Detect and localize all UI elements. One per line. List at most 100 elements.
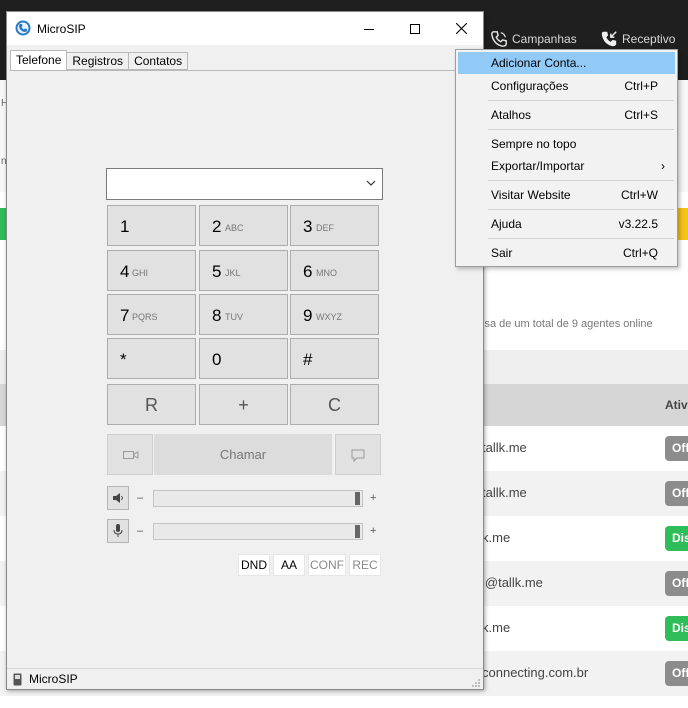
menu-item-label: Configurações	[491, 79, 569, 93]
resize-grip-icon[interactable]	[471, 678, 481, 688]
nav-receptivo[interactable]: Receptivo	[600, 30, 675, 48]
redial-button[interactable]: R	[107, 384, 196, 425]
key-4[interactable]: 4 GHI	[107, 250, 196, 291]
speaker-mute-button[interactable]	[107, 486, 129, 510]
conference-toggle[interactable]: CONF	[308, 554, 346, 576]
close-icon	[455, 23, 467, 34]
key-2[interactable]: 2 ABC	[199, 205, 288, 246]
close-button[interactable]	[438, 12, 484, 45]
mic-volume-minus: –	[137, 525, 144, 537]
key-letters: JKL	[225, 268, 241, 278]
key-star[interactable]: *	[107, 338, 196, 379]
microsip-window: MicroSIP Telefone Registros Contatos 1 2…	[6, 11, 484, 690]
minimize-button[interactable]	[346, 12, 392, 45]
key-3[interactable]: 3 DEF	[290, 205, 379, 246]
key-letters: ABC	[225, 223, 244, 233]
menu-item-shortcut: Ctrl+Q	[622, 246, 658, 260]
dnd-toggle[interactable]: DND	[238, 554, 270, 576]
key-digit: 2	[212, 217, 222, 236]
status-bar: MicroSIP	[7, 668, 483, 689]
menu-item-sempre-no-topo[interactable]: Sempre no topo	[458, 133, 675, 155]
agents-online-text: isa de um total de 9 agentes online	[482, 318, 653, 330]
menu-item-exportar-importar[interactable]: Exportar/Importar ›	[458, 155, 675, 177]
agent-email: tallk.me	[482, 485, 527, 500]
maximize-button[interactable]	[392, 12, 438, 45]
menu-item-atalhos[interactable]: Atalhos Ctrl+S	[458, 104, 675, 126]
dial-number-input[interactable]	[106, 168, 383, 200]
microsip-logo-icon	[15, 20, 31, 36]
message-button[interactable]	[335, 434, 381, 475]
menu-item-adicionar-conta[interactable]: Adicionar Conta...	[458, 52, 675, 74]
menu-item-ajuda[interactable]: Ajuda v3.22.5	[458, 213, 675, 235]
menu-separator	[488, 129, 674, 130]
menu-item-version: v3.22.5	[618, 217, 658, 231]
maximize-icon	[410, 23, 420, 34]
key-digit: 0	[212, 350, 222, 369]
tab-registros[interactable]: Registros	[67, 52, 130, 70]
menu-item-label: Sair	[491, 246, 513, 260]
agent-email: connecting.com.br	[482, 665, 589, 680]
clear-button[interactable]: C	[290, 384, 379, 425]
menu-item-label: Adicionar Conta...	[491, 56, 587, 70]
chevron-down-icon[interactable]	[366, 180, 376, 187]
key-6[interactable]: 6 MNO	[290, 250, 379, 291]
minimize-icon	[364, 28, 374, 30]
menu-item-label: Exportar/Importar	[491, 159, 585, 173]
key-5[interactable]: 5 JKL	[199, 250, 288, 291]
menu-item-configuracoes[interactable]: Configurações Ctrl+P	[458, 75, 675, 97]
mic-volume-slider[interactable]	[153, 523, 363, 540]
action-label: R	[145, 395, 158, 415]
key-hash[interactable]: #	[290, 338, 379, 379]
menu-item-label: Visitar Website	[491, 188, 571, 202]
key-9[interactable]: 9 WXYZ	[290, 294, 379, 335]
record-toggle[interactable]: REC	[349, 554, 381, 576]
agent-email: k.me	[482, 620, 511, 635]
menu-item-label: Sempre no topo	[491, 137, 577, 151]
menu-item-shortcut: Ctrl+P	[624, 79, 658, 93]
nav-campanhas[interactable]: Campanhas	[490, 30, 577, 48]
status-badge: Off	[665, 436, 688, 461]
mic-volume-plus: +	[370, 525, 377, 537]
key-digit: #	[303, 350, 313, 369]
key-8[interactable]: 8 TUV	[199, 294, 288, 335]
auto-answer-toggle[interactable]: AA	[273, 554, 305, 576]
menu-item-visitar-website[interactable]: Visitar Website Ctrl+W	[458, 184, 675, 206]
chat-bubble-icon	[351, 449, 365, 463]
speaker-volume-slider[interactable]	[153, 490, 363, 507]
menu-item-sair[interactable]: Sair Ctrl+Q	[458, 242, 675, 264]
call-button[interactable]: Chamar	[154, 434, 332, 475]
window-title: MicroSIP	[37, 22, 86, 36]
key-0[interactable]: 0	[199, 338, 288, 379]
speaker-icon	[113, 493, 123, 503]
key-letters: TUV	[225, 312, 243, 322]
menu-separator	[488, 209, 674, 210]
video-call-button[interactable]	[107, 434, 153, 475]
status-badge: Off	[665, 661, 688, 686]
slider-thumb[interactable]	[355, 492, 360, 505]
action-label: +	[238, 395, 249, 415]
key-digit: 7	[120, 306, 130, 325]
microphone-icon	[113, 524, 123, 537]
status-text: MicroSIP	[29, 672, 78, 686]
key-digit: 9	[303, 306, 313, 325]
phone-icon	[491, 31, 507, 47]
menu-separator	[488, 100, 674, 101]
mic-mute-button[interactable]	[107, 519, 129, 543]
menu-item-label: Ajuda	[491, 217, 522, 231]
key-1[interactable]: 1	[107, 205, 196, 246]
phone-status-icon	[13, 673, 22, 686]
key-digit: 6	[303, 262, 313, 281]
tab-contatos[interactable]: Contatos	[129, 52, 189, 70]
add-call-button[interactable]: +	[199, 384, 288, 425]
speaker-volume-plus: +	[370, 492, 377, 504]
tab-telefone[interactable]: Telefone	[10, 50, 68, 71]
slider-thumb[interactable]	[355, 525, 360, 538]
title-bar[interactable]: MicroSIP	[7, 12, 483, 45]
video-camera-icon	[123, 451, 139, 459]
column-header-ativo: Ativ	[665, 398, 688, 412]
menu-item-label: Atalhos	[491, 108, 532, 122]
key-7[interactable]: 7 PQRS	[107, 294, 196, 335]
status-badge: Off	[665, 481, 688, 506]
context-menu: Adicionar Conta... Configurações Ctrl+P …	[455, 49, 678, 267]
agent-email: k.me	[482, 530, 511, 545]
